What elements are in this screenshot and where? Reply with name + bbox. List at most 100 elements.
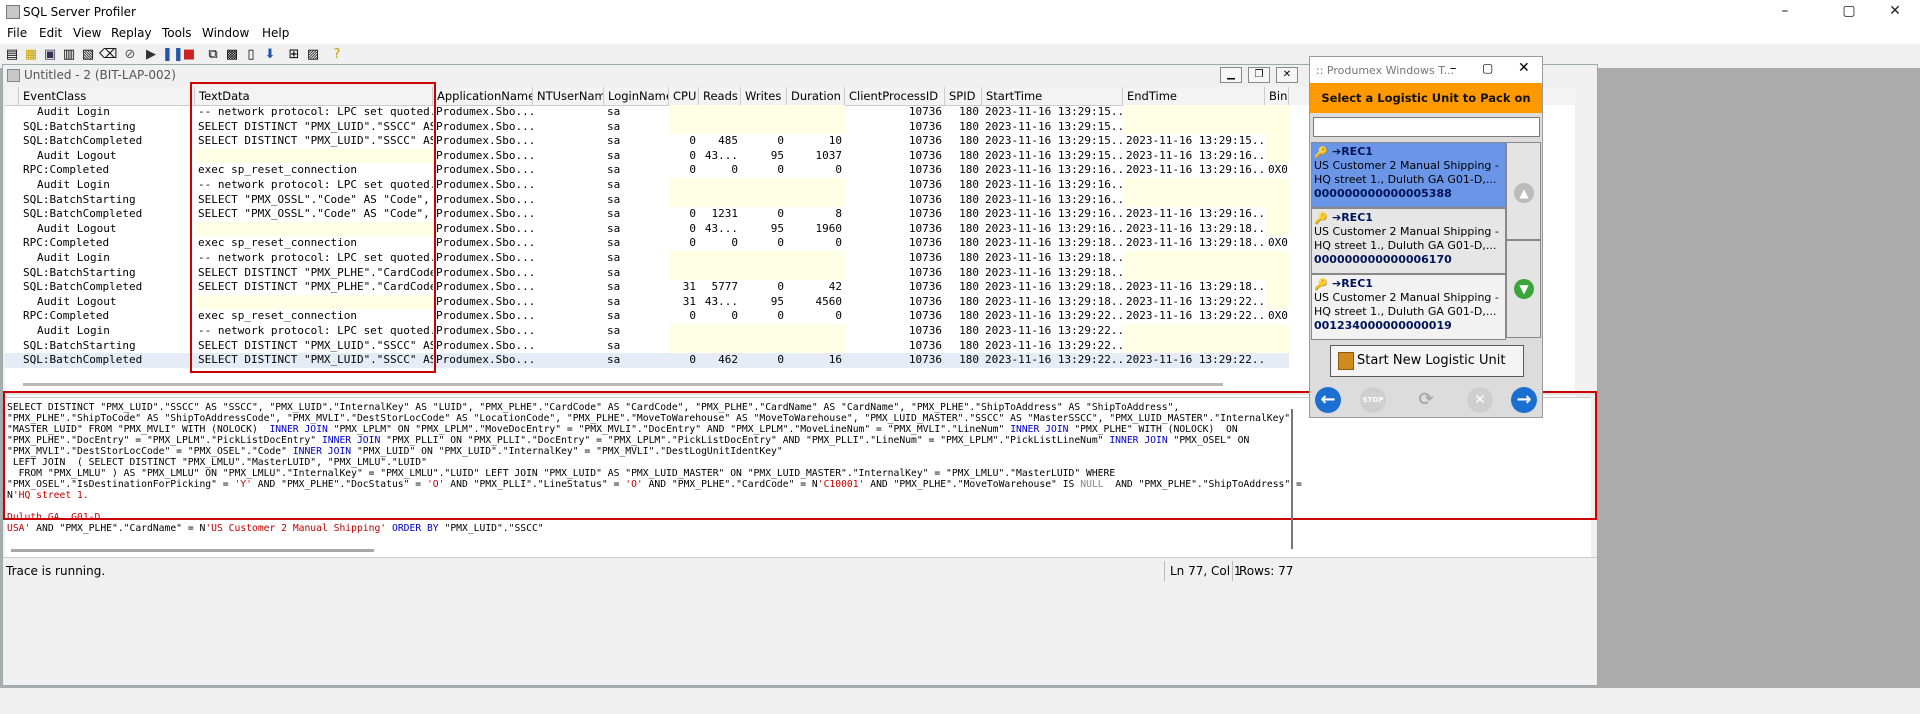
produmex-maximize-button[interactable]: ▢	[1482, 61, 1493, 75]
cell-ntusername	[533, 134, 604, 149]
start-new-logistic-unit-button[interactable]: Start New Logistic Unit	[1330, 345, 1524, 377]
minimize-button[interactable]: –	[1762, 0, 1808, 24]
cell-applicationname: Produmex.Sbo...	[436, 338, 533, 352]
find-icon[interactable]: ⧉	[205, 47, 221, 63]
cell-loginname: sa	[607, 280, 621, 294]
open-icon[interactable]: ▦	[23, 47, 39, 63]
cell-ntusername	[533, 339, 604, 354]
menu-file[interactable]: File	[7, 26, 27, 40]
cell-cpu	[669, 119, 699, 135]
cell-starttime: 2023-11-16 13:29:15...	[985, 148, 1123, 162]
scroll-down-icon[interactable]: ▼	[1514, 279, 1534, 299]
close-button[interactable]: ✕	[1872, 0, 1918, 24]
cell-ntusername	[533, 266, 604, 281]
produmex-minimize-button[interactable]: –	[1450, 61, 1457, 76]
forward-arrow-icon[interactable]: →	[1511, 387, 1537, 413]
cell-reads	[699, 324, 741, 339]
cell-applicationname: Produmex.Sbo...	[436, 163, 533, 177]
menu-replay[interactable]: Replay	[111, 26, 152, 40]
clear-icon[interactable]: ⌫	[99, 47, 117, 63]
produmex-window: :: Produmex Windows T... – ▢ ✕ Select a …	[1309, 56, 1543, 418]
col-endtime[interactable]: EndTime	[1123, 87, 1265, 105]
col-binarydata[interactable]: Binar	[1265, 87, 1289, 105]
trace-minimize-button[interactable]: ▁	[1220, 67, 1242, 83]
col-duration[interactable]: Duration	[787, 87, 845, 105]
logistic-unit-item[interactable]: 🔑 ➔REC1 US Customer 2 Manual Shipping - …	[1311, 274, 1506, 340]
col-starttime[interactable]: StartTime	[982, 87, 1123, 105]
produmex-header: Select a Logistic Unit to Pack on	[1310, 83, 1542, 113]
col-ntusername[interactable]: NTUserName	[533, 87, 604, 105]
col-applicationname[interactable]: ApplicationName	[433, 87, 533, 105]
cell-loginname: sa	[607, 105, 621, 118]
cell-spid: 180	[959, 251, 979, 264]
template-icon[interactable]: ▧	[80, 47, 96, 63]
column-icon[interactable]: ▯	[243, 47, 259, 63]
logistic-unit-item[interactable]: 🔑 ➔REC1 US Customer 2 Manual Shipping - …	[1311, 142, 1506, 208]
col-reads[interactable]: Reads	[699, 87, 741, 105]
sql-horizontal-scrollbar[interactable]	[11, 549, 374, 552]
cell-endtime: 2023-11-16 13:29:16...	[1126, 148, 1265, 162]
col-loginname[interactable]: LoginName	[604, 87, 669, 105]
menu-tools[interactable]: Tools	[162, 26, 192, 40]
back-arrow-icon[interactable]: ←	[1315, 387, 1341, 413]
scroll-up-icon[interactable]: ▲	[1514, 183, 1534, 203]
cell-eventclass: Audit Logout	[37, 148, 117, 162]
menu-view[interactable]: View	[73, 26, 101, 40]
cell-duration: 4560	[815, 294, 843, 308]
cell-clientprocessid: 10736	[908, 178, 942, 191]
cell-reads: 1231	[711, 207, 739, 221]
cell-clientprocessid: 10736	[908, 294, 942, 308]
perf-icon[interactable]: ▨	[305, 47, 321, 63]
trace-close-button[interactable]: ✕	[1276, 67, 1298, 83]
menu-window[interactable]: Window	[202, 26, 249, 40]
new-trace-icon[interactable]: ▤	[4, 47, 20, 63]
refresh-icon[interactable]: ⟳	[1413, 387, 1439, 413]
start-icon[interactable]: ▶	[143, 47, 159, 63]
cell-duration: 10	[828, 134, 842, 148]
trace-window-icon	[7, 69, 20, 82]
status-rows: Rows: 77	[1239, 564, 1294, 578]
produmex-search-input[interactable]	[1313, 117, 1540, 137]
produmex-close-button[interactable]: ✕	[1518, 60, 1530, 76]
stop-icon[interactable]: ■	[181, 47, 197, 63]
sql-vertical-scrollbar[interactable]	[1291, 409, 1293, 549]
cell-endtime	[1123, 251, 1265, 266]
help-icon[interactable]: ?	[329, 47, 345, 63]
autoscroll-icon[interactable]: ⬇	[262, 47, 278, 63]
menu-edit[interactable]: Edit	[39, 26, 62, 40]
cell-clientprocessid: 10736	[908, 134, 942, 148]
scroll-up-panel[interactable]: ▲	[1506, 142, 1541, 240]
pause-icon[interactable]: ❚❚	[162, 47, 184, 63]
col-clientprocessid[interactable]: ClientProcessID	[845, 87, 945, 105]
cell-reads	[699, 338, 741, 354]
cell-eventclass: SQL:BatchStarting	[23, 192, 136, 206]
cell-loginname: sa	[607, 221, 621, 235]
cell-duration: 16	[828, 353, 842, 367]
scroll-down-panel[interactable]: ▼	[1506, 240, 1541, 338]
col-spid[interactable]: SPID	[945, 87, 982, 105]
bookmark-icon[interactable]: ▩	[224, 47, 240, 63]
trace-restore-button[interactable]: ❐	[1248, 67, 1270, 83]
sql-token: AND "PMX_PLHE"."CardName" = N	[30, 523, 206, 534]
stop-icon[interactable]: STOP	[1360, 387, 1386, 413]
cell-binarydata	[1265, 178, 1289, 193]
cell-clientprocessid: 10736	[908, 148, 942, 162]
maximize-button[interactable]: ▢	[1826, 0, 1872, 24]
menu-help[interactable]: Help	[262, 26, 289, 40]
logistic-unit-item[interactable]: 🔑 ➔REC1 US Customer 2 Manual Shipping - …	[1311, 208, 1506, 274]
cancel-icon[interactable]: ✕	[1467, 387, 1493, 413]
grid-horizontal-scrollbar[interactable]	[23, 383, 1223, 386]
eraser-icon[interactable]: ⊘	[122, 47, 138, 63]
properties-icon[interactable]: ▥	[61, 47, 77, 63]
status-separator	[1232, 561, 1233, 581]
col-eventclass[interactable]: EventClass	[19, 87, 195, 105]
cell-clientprocessid: 10736	[908, 353, 942, 367]
cell-writes: 0	[777, 134, 784, 148]
sql-icon[interactable]: ⊞	[286, 47, 302, 63]
col-writes[interactable]: Writes	[741, 87, 787, 105]
save-icon[interactable]: ▣	[42, 47, 58, 63]
cell-duration	[787, 251, 845, 266]
cell-duration: 1037	[815, 148, 843, 162]
col-cpu[interactable]: CPU	[669, 87, 699, 105]
cell-endtime	[1123, 105, 1265, 120]
